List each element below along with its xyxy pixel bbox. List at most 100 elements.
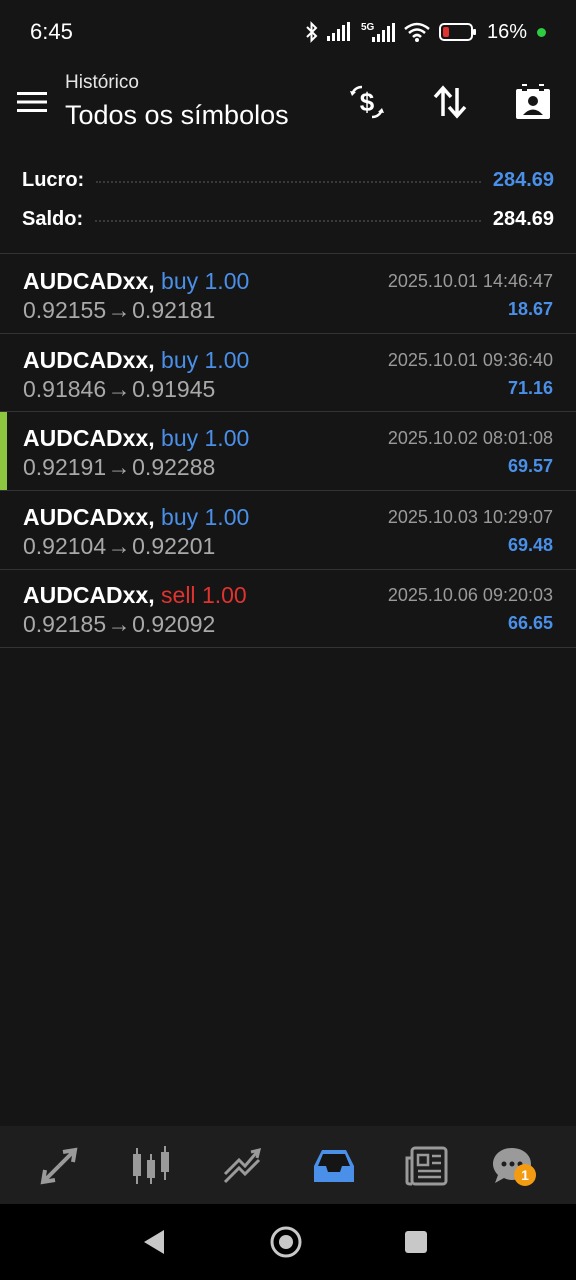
trade-time: 2025.10.02 08:01:08 — [387, 428, 553, 448]
home-circle-icon — [270, 1226, 302, 1258]
trade-time: 2025.10.01 09:36:40 — [387, 350, 553, 370]
page-subtitle: Histórico — [65, 72, 139, 93]
back-triangle-icon — [144, 1230, 164, 1254]
app-bar: Histórico Todos os símbolos $ — [0, 62, 576, 152]
menu-icon — [17, 92, 47, 112]
news-icon — [405, 1146, 448, 1186]
dollar-exchange-icon: $ — [350, 85, 384, 119]
trade-volume: 1.00 — [204, 347, 250, 373]
trade-header: AUDCADxx, sell 1.00 — [23, 582, 247, 609]
arrow-right-icon: → — [107, 611, 131, 637]
trade-profit: 69.48 — [507, 535, 553, 555]
dotted-leader — [96, 181, 481, 183]
recents-square-icon — [405, 1231, 427, 1253]
trade-type: sell — [161, 582, 196, 608]
trade-row[interactable]: AUDCADxx, buy 1.00 0.91846→0.91945 2025.… — [0, 334, 576, 412]
battery-icon — [438, 23, 476, 41]
arrow-right-icon: → — [107, 533, 131, 559]
open-price: 0.92104 — [23, 533, 107, 559]
trade-header: AUDCADxx, buy 1.00 — [23, 268, 249, 295]
selection-indicator — [0, 412, 7, 490]
svg-text:$: $ — [360, 87, 375, 117]
arrow-right-icon: → — [107, 297, 131, 323]
trade-row[interactable]: AUDCADxx, sell 1.00 0.92185→0.92092 2025… — [0, 569, 576, 647]
open-price: 0.92191 — [23, 454, 107, 480]
signal-icon — [326, 22, 350, 41]
nav-news[interactable] — [402, 1142, 450, 1190]
nav-trade[interactable] — [219, 1142, 267, 1190]
arrow-right-icon: → — [107, 454, 131, 480]
calendar-icon — [516, 84, 550, 119]
trade-header: AUDCADxx, buy 1.00 — [23, 504, 249, 531]
trade-prices: 0.91846→0.91945 — [23, 376, 215, 403]
trade-time: 2025.10.06 09:20:03 — [387, 585, 553, 605]
profit-value: 284.69 — [492, 168, 554, 191]
status-time: 6:45 — [30, 19, 73, 44]
symbol-filter-title[interactable]: Todos os símbolos — [65, 100, 289, 131]
bluetooth-icon — [306, 21, 318, 43]
nav-quotes[interactable] — [35, 1142, 83, 1190]
open-price: 0.92185 — [23, 611, 107, 637]
trade-row-selected[interactable]: AUDCADxx, buy 1.00 0.92191→0.92288 2025.… — [0, 412, 576, 490]
calendar-period-button[interactable] — [509, 78, 557, 126]
trade-row[interactable]: AUDCADxx, buy 1.00 0.92155→0.92181 2025.… — [0, 255, 576, 333]
close-price: 0.91945 — [132, 376, 216, 402]
bottom-navigation: 1 — [0, 1126, 576, 1204]
close-price: 0.92181 — [132, 297, 216, 323]
trade-profit: 69.57 — [507, 456, 553, 476]
nav-history[interactable] — [310, 1142, 358, 1190]
trade-type: buy — [161, 425, 199, 451]
menu-button[interactable] — [14, 82, 50, 122]
trade-volume: 1.00 — [201, 582, 247, 608]
recents-button[interactable] — [396, 1222, 436, 1262]
trade-profit: 71.16 — [507, 378, 553, 398]
trade-symbol: AUDCADxx, — [23, 347, 155, 373]
trade-volume: 1.00 — [204, 504, 250, 530]
quotes-icon — [40, 1147, 78, 1185]
trade-row[interactable]: AUDCADxx, buy 1.00 0.92104→0.92201 2025.… — [0, 491, 576, 569]
trade-type: buy — [161, 504, 199, 530]
balance-value: 284.69 — [492, 207, 554, 230]
arrow-right-icon: → — [107, 376, 131, 402]
nav-chat[interactable]: 1 — [488, 1142, 536, 1190]
balance-label: Saldo: — [22, 207, 84, 230]
trade-header: AUDCADxx, buy 1.00 — [23, 347, 249, 374]
status-icons: 5G 16% — [305, 18, 546, 46]
trade-symbol: AUDCADxx, — [23, 504, 155, 530]
trade-profit: 18.67 — [507, 299, 553, 319]
svg-text:5G: 5G — [361, 22, 375, 33]
history-icon — [314, 1150, 354, 1182]
battery-percent: 16% — [486, 20, 527, 43]
signal-5g-icon: 5G — [361, 22, 395, 42]
deposit-withdraw-button[interactable]: $ — [343, 78, 391, 126]
trade-symbol: AUDCADxx, — [23, 425, 155, 451]
open-price: 0.92155 — [23, 297, 107, 323]
trade-prices: 0.92185→0.92092 — [23, 611, 215, 638]
trade-type: buy — [161, 268, 199, 294]
trade-prices: 0.92155→0.92181 — [23, 297, 215, 324]
back-button[interactable] — [134, 1222, 174, 1262]
trade-time: 2025.10.03 10:29:07 — [387, 507, 553, 527]
nav-chart[interactable] — [127, 1142, 175, 1190]
home-button[interactable] — [266, 1222, 306, 1262]
profit-label: Lucro: — [22, 168, 85, 191]
close-price: 0.92092 — [132, 611, 216, 637]
balance-summary-row: Saldo: 284.69 — [22, 203, 554, 235]
sort-button[interactable] — [426, 78, 474, 126]
trade-type: buy — [161, 347, 199, 373]
trade-prices: 0.92104→0.92201 — [23, 533, 215, 560]
trade-icon — [223, 1147, 262, 1184]
trade-header: AUDCADxx, buy 1.00 — [23, 425, 249, 452]
dotted-leader — [95, 220, 481, 222]
status-bar: 6:45 5G 16% — [0, 0, 576, 62]
system-navigation-bar — [0, 1204, 576, 1280]
trade-volume: 1.00 — [204, 425, 250, 451]
divider — [0, 647, 576, 648]
chat-badge: 1 — [514, 1164, 536, 1186]
chart-icon — [133, 1146, 169, 1184]
trade-volume: 1.00 — [204, 268, 250, 294]
profit-summary-row: Lucro: 284.69 — [22, 164, 554, 196]
charging-dot — [537, 27, 546, 37]
trade-time: 2025.10.01 14:46:47 — [387, 271, 553, 291]
trade-symbol: AUDCADxx, — [23, 582, 155, 608]
